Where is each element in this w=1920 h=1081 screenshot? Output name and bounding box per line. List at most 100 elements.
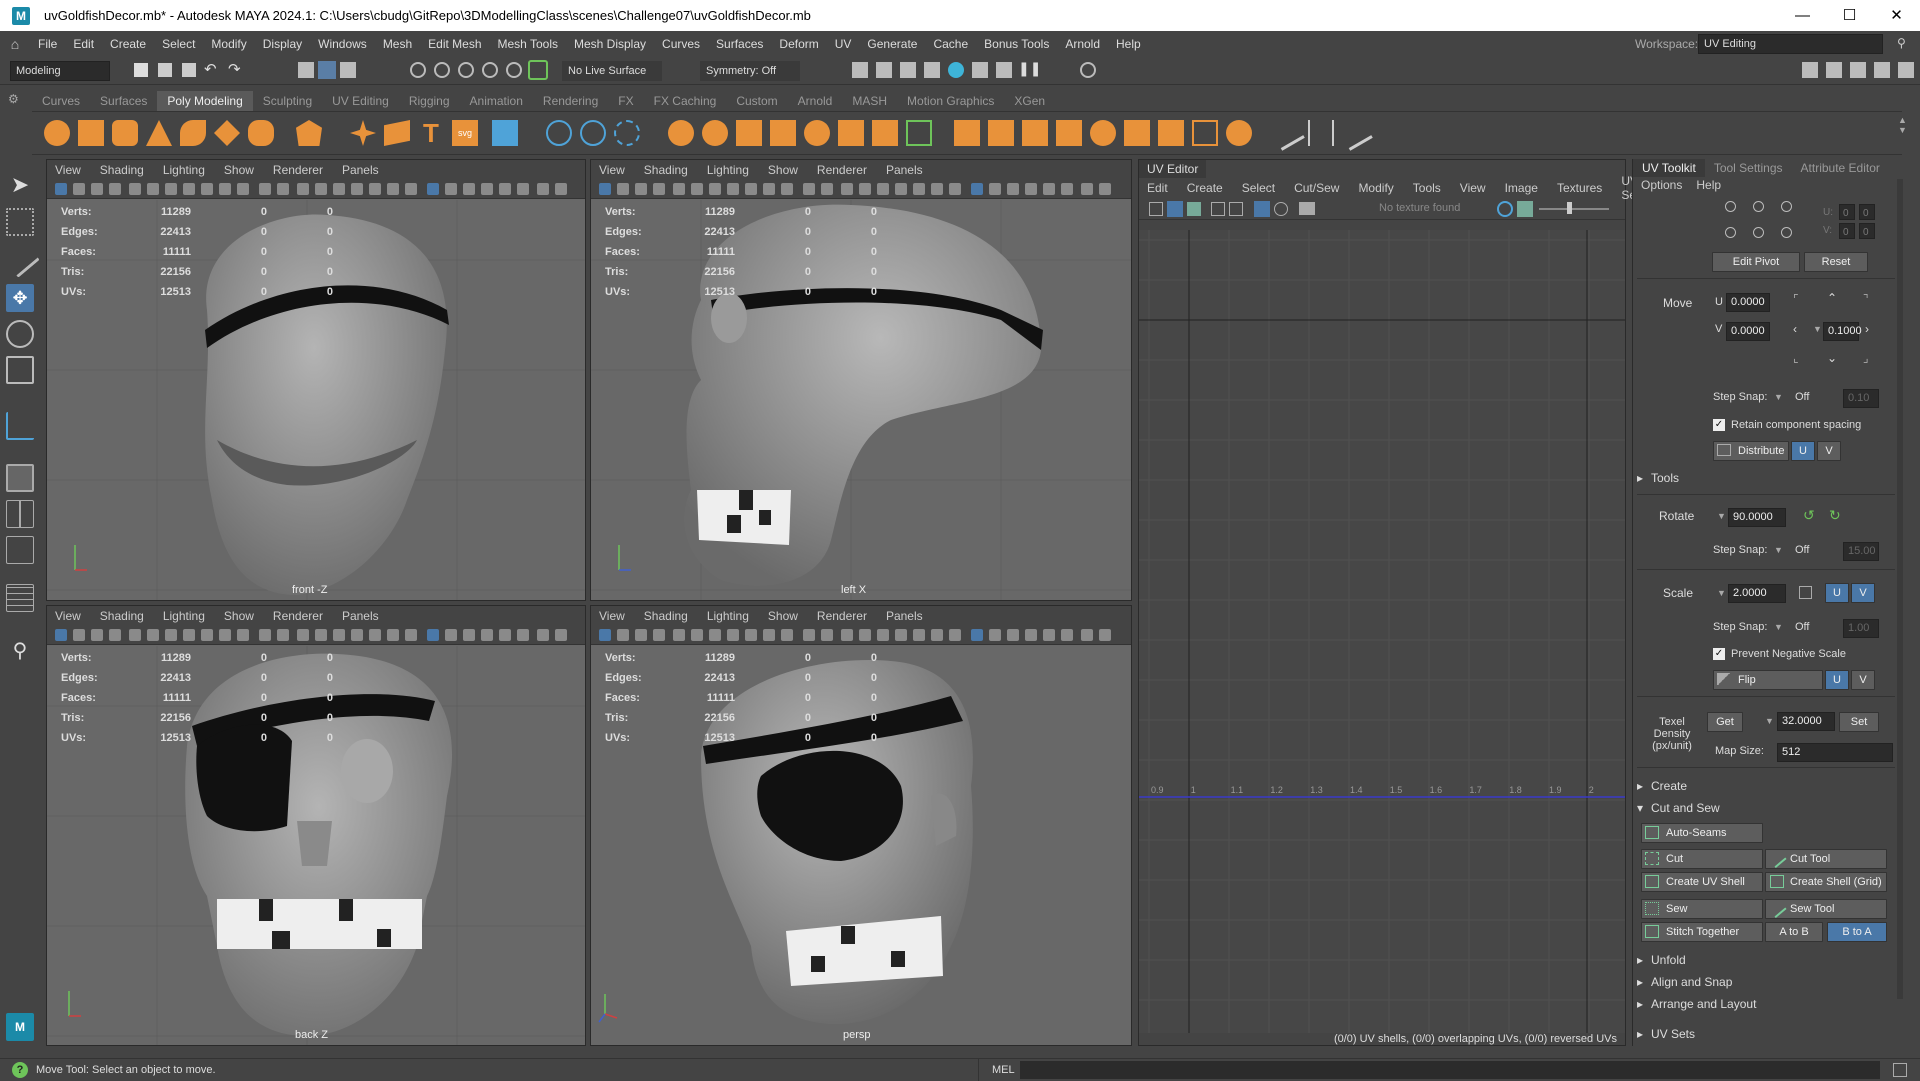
render-sequence-icon[interactable] xyxy=(876,62,892,78)
viewport-toolbar-icon[interactable] xyxy=(1099,183,1111,195)
scale-tool-icon[interactable] xyxy=(6,356,34,384)
poly-sphere-icon[interactable] xyxy=(44,120,70,146)
move-down-left-icon[interactable]: ⌞ xyxy=(1793,351,1799,365)
viewport-toolbar-icon[interactable] xyxy=(333,183,345,195)
menu-deform[interactable]: Deform xyxy=(771,37,826,51)
distribute-v-button[interactable]: V xyxy=(1817,441,1841,461)
viewport-toolbar-icon[interactable] xyxy=(859,629,871,641)
viewport-toolbar-icon[interactable] xyxy=(481,183,493,195)
b-to-a-button[interactable]: B to A xyxy=(1827,922,1887,942)
snapshot-icon[interactable] xyxy=(996,62,1012,78)
viewport-toolbar-icon[interactable] xyxy=(517,183,529,195)
uv-menu-edit[interactable]: Edit xyxy=(1147,181,1168,195)
viewport-toolbar-icon[interactable] xyxy=(237,629,249,641)
poly-torus-icon[interactable] xyxy=(180,120,206,146)
viewport-toolbar-icon[interactable] xyxy=(617,629,629,641)
shelf-tab-custom[interactable]: Custom xyxy=(726,91,787,111)
viewport-toolbar-icon[interactable] xyxy=(599,629,611,641)
viewport-toolbar-icon[interactable] xyxy=(73,183,85,195)
type-tool-icon[interactable]: T xyxy=(418,120,444,146)
extract-icon[interactable] xyxy=(546,120,572,146)
texel-set-button[interactable]: Set xyxy=(1839,712,1879,732)
viewport-toolbar-icon[interactable] xyxy=(537,629,549,641)
shelf-tab-animation[interactable]: Animation xyxy=(460,91,533,111)
menu-curves[interactable]: Curves xyxy=(654,37,708,51)
shelf-tab-mash[interactable]: MASH xyxy=(842,91,897,111)
pivot-radio-top-left[interactable] xyxy=(1725,201,1736,212)
move-step-snap-input[interactable]: 0.10 xyxy=(1843,389,1879,408)
viewport-toolbar-icon[interactable] xyxy=(91,629,103,641)
last-tool-icon[interactable] xyxy=(6,412,34,440)
viewport-toolbar-icon[interactable] xyxy=(1099,629,1111,641)
extrude-icon[interactable] xyxy=(736,120,762,146)
viewport-persp[interactable]: View Shading Lighting Show Renderer Pane… xyxy=(590,605,1132,1046)
rotate-input[interactable]: 90.0000 xyxy=(1728,508,1786,527)
viewport-toolbar-icon[interactable] xyxy=(895,183,907,195)
menu-mesh-tools[interactable]: Mesh Tools xyxy=(490,37,566,51)
viewport-toolbar-icon[interactable] xyxy=(653,629,665,641)
uv-grid-icon[interactable] xyxy=(1149,202,1163,216)
viewport-toolbar-icon[interactable] xyxy=(821,629,833,641)
viewport-toolbar-icon[interactable] xyxy=(237,183,249,195)
menu-uv[interactable]: UV xyxy=(827,37,860,51)
maximize-icon[interactable]: ☐ xyxy=(1826,0,1873,31)
offset-loop-icon[interactable] xyxy=(1158,120,1184,146)
uv-menu-modify[interactable]: Modify xyxy=(1358,181,1393,195)
sew-button[interactable]: Sew xyxy=(1641,899,1763,919)
viewport-toolbar-icon[interactable] xyxy=(841,629,853,641)
menu-edit[interactable]: Edit xyxy=(65,37,102,51)
move-up-left-icon[interactable]: ⌜ xyxy=(1793,292,1799,306)
bridge-icon[interactable] xyxy=(770,120,796,146)
shelf-tab-sculpting[interactable]: Sculpting xyxy=(253,91,322,111)
move-right-icon[interactable]: › xyxy=(1865,322,1869,336)
lock-icon[interactable]: ⚲ xyxy=(1897,36,1906,50)
viewport-toolbar-icon[interactable] xyxy=(183,629,195,641)
select-by-hierarchy-icon[interactable] xyxy=(298,62,314,78)
viewport-toolbar-icon[interactable] xyxy=(147,183,159,195)
menu-surfaces[interactable]: Surfaces xyxy=(708,37,771,51)
search-icon[interactable]: ⚲ xyxy=(6,638,34,666)
vp-menu-show[interactable]: Show xyxy=(224,609,254,623)
snap-vertex-icon[interactable] xyxy=(528,60,548,80)
vp-menu-renderer[interactable]: Renderer xyxy=(817,163,867,177)
uv-exposure-slider[interactable] xyxy=(1539,208,1609,210)
uv-isolate-icon[interactable] xyxy=(1211,202,1225,216)
pause-icon[interactable]: ❚❚ xyxy=(1018,60,1041,77)
uv-menu-cut-sew[interactable]: Cut/Sew xyxy=(1294,181,1339,195)
uv-dim-icon[interactable] xyxy=(1274,202,1288,216)
create-section-header[interactable]: ▸ Create xyxy=(1637,779,1687,793)
scale-u-button[interactable]: U xyxy=(1825,583,1849,603)
menu-create[interactable]: Create xyxy=(102,37,154,51)
viewport-toolbar-icon[interactable] xyxy=(333,629,345,641)
viewport-toolbar-icon[interactable] xyxy=(219,629,231,641)
uvtk-menu-options[interactable]: Options xyxy=(1641,178,1682,192)
viewport-toolbar-icon[interactable] xyxy=(463,183,475,195)
move-step-snap-value[interactable]: Off xyxy=(1795,391,1809,403)
move-step-snap-dropdown-icon[interactable]: ▼ xyxy=(1774,392,1783,402)
snap-curve-icon[interactable] xyxy=(434,62,450,78)
scale-input[interactable]: 2.0000 xyxy=(1728,584,1786,603)
viewport-toolbar-icon[interactable] xyxy=(481,629,493,641)
channel-box-icon[interactable] xyxy=(1898,62,1914,78)
viewport-toolbar-icon[interactable] xyxy=(691,629,703,641)
shelf-tab-curves[interactable]: Curves xyxy=(32,91,90,111)
viewport-toolbar-icon[interactable] xyxy=(1081,629,1093,641)
paint-select-tool-icon[interactable] xyxy=(0,238,40,278)
viewport-toolbar-icon[interactable] xyxy=(351,629,363,641)
undo-icon[interactable]: ↶ xyxy=(204,60,217,78)
viewport-toolbar-icon[interactable] xyxy=(727,629,739,641)
uv-shaded-icon[interactable] xyxy=(1167,201,1183,217)
viewport-toolbar-icon[interactable] xyxy=(709,183,721,195)
viewport-toolbar-icon[interactable] xyxy=(109,629,121,641)
grab-brush-icon[interactable] xyxy=(1337,115,1373,151)
smooth-mesh-icon[interactable] xyxy=(492,120,518,146)
poly-cone-icon[interactable] xyxy=(146,120,172,146)
viewport-toolbar-icon[interactable] xyxy=(405,629,417,641)
vp-menu-renderer[interactable]: Renderer xyxy=(817,609,867,623)
open-scene-icon[interactable] xyxy=(158,63,172,77)
lasso-tool-icon[interactable] xyxy=(6,208,34,236)
viewport-toolbar-icon[interactable] xyxy=(445,183,457,195)
attribute-editor-icon[interactable] xyxy=(1850,62,1866,78)
viewport-toolbar-icon[interactable] xyxy=(1007,629,1019,641)
viewport-toolbar-icon[interactable] xyxy=(745,629,757,641)
